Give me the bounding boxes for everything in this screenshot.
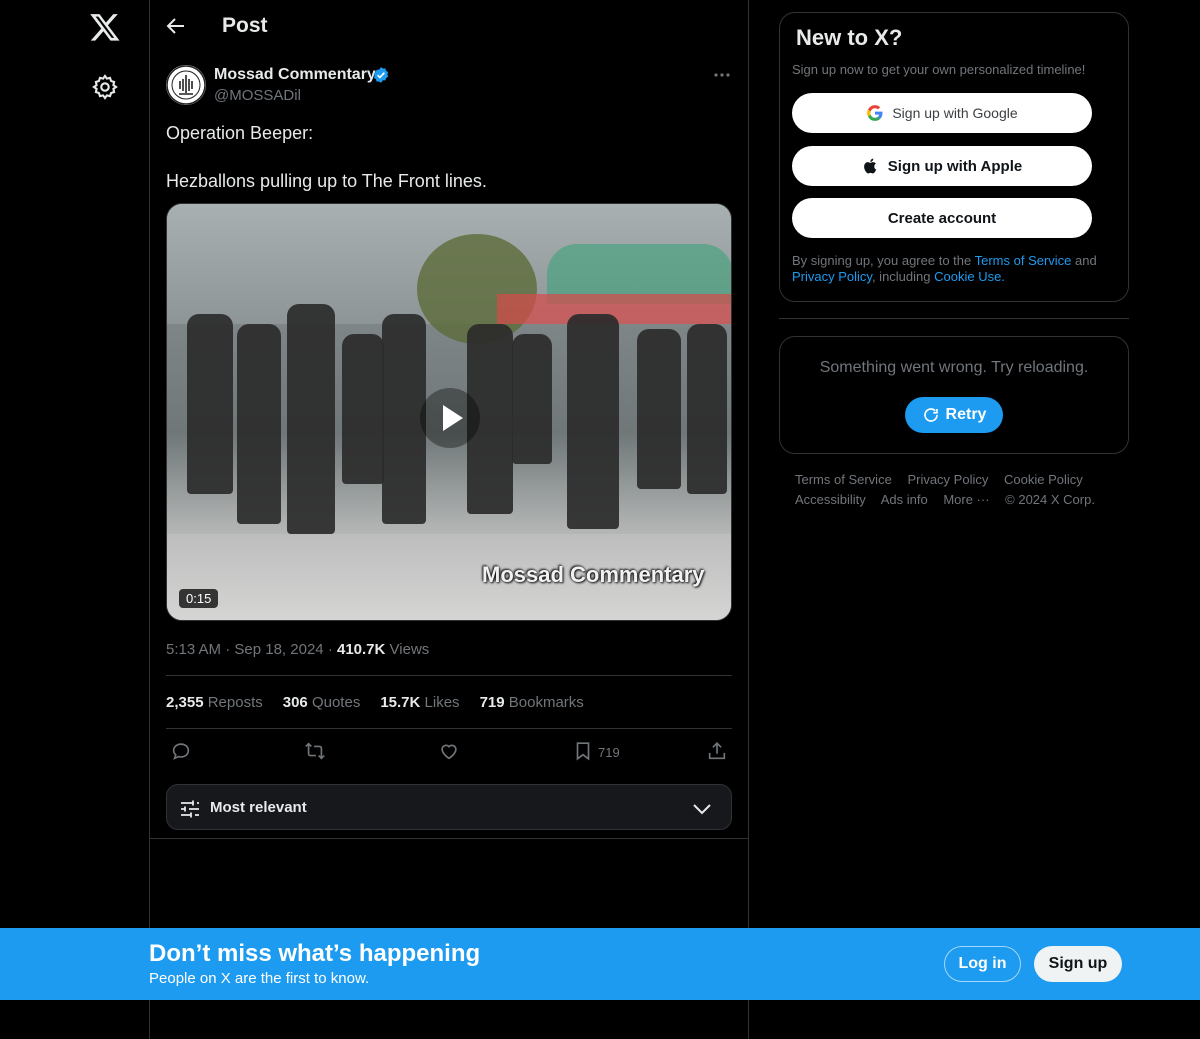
signup-subtitle: Sign up now to get your own personalized… (792, 62, 1086, 77)
banner-subtitle: People on X are the first to know. (149, 970, 370, 987)
reply-sort-dropdown[interactable]: Most relevant (166, 784, 732, 830)
footer-link-terms[interactable]: Terms of Service (795, 472, 892, 487)
like-icon[interactable] (438, 740, 460, 766)
post-text-line: Operation Beeper: (166, 123, 314, 143)
refresh-icon (923, 408, 938, 422)
bookmarks-stat[interactable]: 719 Bookmarks (480, 694, 584, 711)
video-player[interactable]: Mossad Commentary 0:15 (166, 203, 732, 621)
footer-links: Terms of Service Privacy Policy Cookie P… (795, 470, 1115, 510)
video-figure (287, 304, 335, 534)
play-icon[interactable] (420, 388, 480, 448)
create-account-button[interactable]: Create account (792, 198, 1092, 238)
legal-including: , including (871, 269, 935, 284)
sort-label: Most relevant (210, 799, 307, 816)
verified-badge-icon (372, 66, 390, 84)
error-message: Something went wrong. Try reloading. (819, 359, 1089, 376)
left-nav (0, 0, 150, 1039)
post-date[interactable]: Sep 18, 2024 (234, 641, 323, 658)
post-text: Operation Beeper: Hezballons pulling up … (166, 121, 487, 193)
quotes-label: Quotes (311, 694, 361, 711)
divider (779, 318, 1129, 319)
signup-google-label: Sign up with Google (892, 105, 1018, 121)
repost-icon[interactable] (304, 740, 326, 766)
views-label: Views (389, 641, 430, 658)
meta-separator: · (225, 641, 235, 658)
error-card: Something went wrong. Try reloading. Ret… (779, 336, 1129, 454)
author-handle[interactable]: @MOSSADil (214, 87, 301, 104)
video-figure (187, 314, 233, 494)
post-time[interactable]: 5:13 AM (166, 641, 221, 658)
reposts-stat[interactable]: 2,355 Reposts (166, 694, 263, 711)
bookmarks-count: 719 (479, 694, 505, 711)
author-name[interactable]: Mossad Commentary (214, 66, 376, 84)
video-figure (567, 314, 619, 529)
share-icon[interactable] (706, 740, 728, 766)
signup-title: New to X? (796, 25, 903, 50)
video-figure (637, 329, 681, 489)
signup-card: New to X? Sign up now to get your own pe… (779, 12, 1129, 302)
post-actions: 719 (166, 740, 732, 766)
footer-link-cookie[interactable]: Cookie Policy (1004, 472, 1083, 487)
more-options-icon[interactable] (712, 66, 732, 84)
video-figure (687, 324, 727, 494)
signup-button[interactable]: Sign up (1034, 946, 1122, 982)
footer-link-accessibility[interactable]: Accessibility (795, 492, 866, 507)
likes-label: Likes (424, 694, 460, 711)
google-icon (867, 105, 883, 121)
avatar[interactable] (166, 65, 206, 105)
reposts-label: Reposts (207, 694, 263, 711)
footer-link-more[interactable]: More ··· (943, 492, 989, 507)
bookmark-action-count: 719 (598, 745, 620, 760)
quotes-stat[interactable]: 306 Quotes (283, 694, 361, 711)
reply-icon[interactable] (170, 740, 192, 766)
chevron-down-icon (691, 798, 713, 820)
bookmark-icon[interactable]: 719 (572, 740, 620, 766)
footer-copyright: © 2024 X Corp. (1005, 492, 1095, 507)
divider (150, 838, 748, 839)
post-header: Post (150, 0, 748, 54)
video-duration: 0:15 (179, 589, 219, 608)
video-figure (342, 334, 384, 484)
x-logo-icon[interactable] (89, 11, 121, 43)
login-banner: Don’t miss what’s happening People on X … (0, 928, 1200, 1000)
video-figure (237, 324, 281, 524)
back-arrow-icon[interactable] (164, 14, 190, 40)
privacy-link[interactable]: Privacy Policy (792, 269, 872, 284)
meta-separator: · (327, 641, 337, 658)
terms-link[interactable]: Terms of Service (975, 253, 1072, 268)
signup-apple-label: Sign up with Apple (887, 157, 1023, 175)
banner-title: Don’t miss what’s happening (149, 940, 481, 967)
retry-button[interactable]: Retry (905, 397, 1003, 433)
post-stats: 2,355 Reposts 306 Quotes 15.7K Likes 719… (166, 694, 584, 711)
legal-prefix: By signing up, you agree to the (792, 253, 975, 268)
quotes-count: 306 (282, 694, 308, 711)
apple-icon (863, 158, 876, 174)
post-meta: 5:13 AM · Sep 18, 2024 · 410.7K Views (166, 641, 429, 658)
views-count: 410.7K (336, 641, 386, 658)
post-text-line: Hezballons pulling up to The Front lines… (166, 171, 487, 191)
signup-legal-text: By signing up, you agree to the Terms of… (792, 253, 1122, 285)
page-title: Post (222, 14, 268, 37)
video-figure (512, 334, 552, 464)
divider (166, 675, 732, 676)
bookmarks-label: Bookmarks (508, 694, 584, 711)
video-watermark: Mossad Commentary (482, 562, 705, 587)
signup-apple-button[interactable]: Sign up with Apple (792, 146, 1092, 186)
retry-label: Retry (945, 406, 987, 423)
likes-stat[interactable]: 15.7K Likes (380, 694, 459, 711)
gear-icon[interactable] (91, 73, 119, 101)
footer-link-privacy[interactable]: Privacy Policy (907, 472, 988, 487)
cookie-link[interactable]: Cookie Use. (934, 269, 1005, 284)
post-column: Post Mossad Commentary @MOSSADil Operati… (150, 0, 749, 1039)
sliders-icon (179, 798, 201, 820)
create-account-label: Create account (887, 209, 997, 227)
likes-count: 15.7K (380, 694, 421, 711)
login-button[interactable]: Log in (944, 946, 1021, 982)
legal-and: and (1071, 253, 1097, 268)
footer-link-ads[interactable]: Ads info (881, 492, 928, 507)
signup-google-button[interactable]: Sign up with Google (792, 93, 1092, 133)
reposts-count: 2,355 (166, 694, 204, 711)
divider (166, 728, 732, 729)
